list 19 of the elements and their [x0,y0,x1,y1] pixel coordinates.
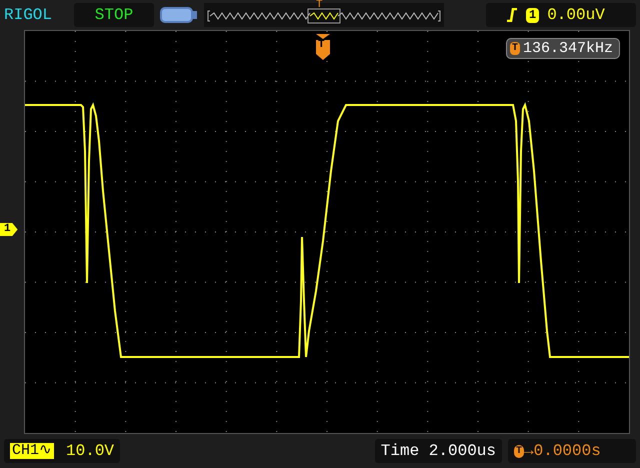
trigger-offset-value: →0.0000s [524,442,601,460]
rising-edge-icon [506,8,518,22]
channel-scale: 10.0V [66,442,114,460]
trigger-badge: T [510,42,520,55]
trigger-marker-icon [316,34,330,60]
trigger-badge: T [514,444,524,458]
channel-marker[interactable]: 1 [0,223,18,236]
trigger-level: 0.00uV [547,6,605,24]
trigger-offset-panel[interactable]: T→0.0000s [508,439,636,463]
channel-label: CH1∿ [10,443,54,459]
trigger-source-badge: 1 [526,8,540,22]
trigger-panel[interactable]: 1 0.00uV [486,3,636,27]
brand-label: RIGOL [4,6,54,24]
run-status[interactable]: STOP [74,3,154,27]
channel-panel[interactable]: CH1∿ 10.0V [4,439,120,463]
frequency-value: 136.347kHz [522,40,613,57]
trigger-marker-label: T [318,40,325,51]
trigger-position-marker: T [316,0,323,11]
timebase-readout[interactable]: Time 2.000us [374,439,502,463]
